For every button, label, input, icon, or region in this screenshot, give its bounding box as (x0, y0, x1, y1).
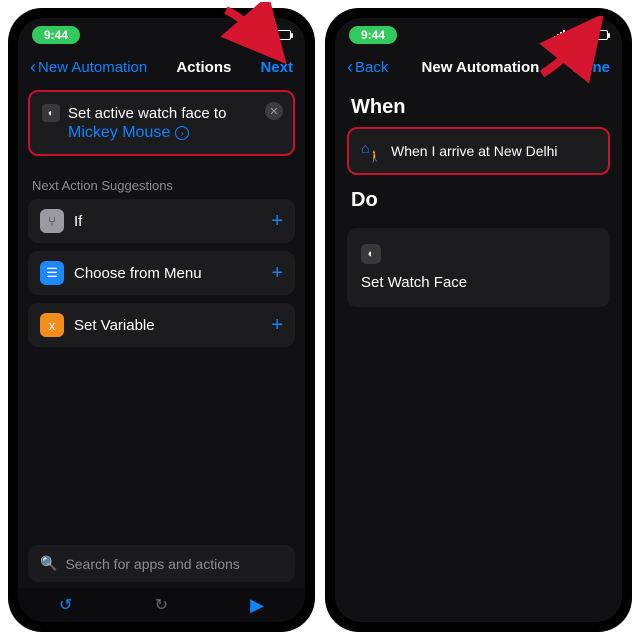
chevron-left-icon: ‹ (30, 58, 36, 76)
when-header: When (351, 96, 606, 119)
toolbar: ↺ ↻ ▶ (18, 588, 305, 622)
status-right: 4G (554, 29, 608, 41)
do-action-card[interactable]: ◐ Set Watch Face (347, 228, 610, 307)
do-action-label: Set Watch Face (361, 274, 596, 291)
menu-icon: ☰ (40, 261, 64, 285)
action-text: Set active watch face to (68, 105, 226, 122)
watchface-icon: ◐ (361, 244, 381, 264)
arrive-location-icon: ⌂🚶 (361, 141, 381, 161)
list-item-label: If (74, 213, 82, 230)
screen-right: 9:44 4G ‹ Back New Automation Done When … (335, 18, 622, 622)
status-bar: 9:44 4G (335, 18, 622, 52)
network-label: 4G (252, 29, 267, 41)
signal-icon (237, 30, 248, 40)
status-time[interactable]: 9:44 (32, 26, 80, 44)
back-button[interactable]: ‹ Back (347, 58, 388, 76)
chevron-left-icon: ‹ (347, 58, 353, 76)
back-button[interactable]: ‹ New Automation (30, 58, 147, 76)
play-button[interactable]: ▶ (250, 595, 264, 616)
action-value-link[interactable]: Mickey Mouse › (68, 124, 281, 142)
variable-icon: x (40, 313, 64, 337)
nav-title: Actions (176, 59, 231, 76)
suggestions-header: Next Action Suggestions (32, 178, 291, 193)
redo-button[interactable]: ↻ (155, 595, 168, 615)
nav-bar: ‹ New Automation Actions Next (18, 52, 305, 82)
battery-icon (588, 30, 608, 40)
nav-title: New Automation (422, 59, 540, 76)
search-icon: 🔍 (40, 555, 57, 572)
status-bar: 9:44 4G (18, 18, 305, 52)
next-button[interactable]: Next (260, 59, 293, 76)
search-placeholder: Search for apps and actions (65, 556, 239, 572)
nav-bar: ‹ Back New Automation Done (335, 52, 622, 82)
back-label: Back (355, 59, 388, 76)
list-item-label: Set Variable (74, 317, 155, 334)
add-icon: + (271, 262, 283, 285)
done-button[interactable]: Done (572, 59, 610, 76)
suggestion-set-variable[interactable]: x Set Variable + (28, 303, 295, 347)
action-card[interactable]: ✕ ◐ Set active watch face to Mickey Mous… (28, 90, 295, 156)
if-icon: ⑂ (40, 209, 64, 233)
chevron-right-icon: › (175, 126, 189, 140)
add-icon: + (271, 314, 283, 337)
phone-right: 9:44 4G ‹ Back New Automation Done When … (325, 8, 632, 632)
suggestions-list: ⑂ If + ☰ Choose from Menu + x Set Variable … (28, 199, 295, 355)
status-time[interactable]: 9:44 (349, 26, 397, 44)
battery-icon (271, 30, 291, 40)
when-trigger[interactable]: ⌂🚶 When I arrive at New Delhi (347, 127, 610, 175)
action-value: Mickey Mouse (68, 124, 170, 142)
list-item-label: Choose from Menu (74, 265, 202, 282)
search-input[interactable]: 🔍 Search for apps and actions (28, 545, 295, 582)
suggestion-if[interactable]: ⑂ If + (28, 199, 295, 243)
status-right: 4G (237, 29, 291, 41)
network-label: 4G (569, 29, 584, 41)
undo-button[interactable]: ↺ (59, 595, 72, 615)
screen-left: 9:44 4G ‹ New Automation Actions Next ✕ … (18, 18, 305, 622)
clear-action-button[interactable]: ✕ (265, 102, 283, 120)
suggestion-choose-menu[interactable]: ☰ Choose from Menu + (28, 251, 295, 295)
watchface-icon: ◐ (42, 104, 60, 122)
phone-left: 9:44 4G ‹ New Automation Actions Next ✕ … (8, 8, 315, 632)
back-label: New Automation (38, 59, 147, 76)
do-header: Do (351, 189, 606, 212)
when-text: When I arrive at New Delhi (391, 143, 558, 159)
add-icon: + (271, 210, 283, 233)
signal-icon (554, 30, 565, 40)
